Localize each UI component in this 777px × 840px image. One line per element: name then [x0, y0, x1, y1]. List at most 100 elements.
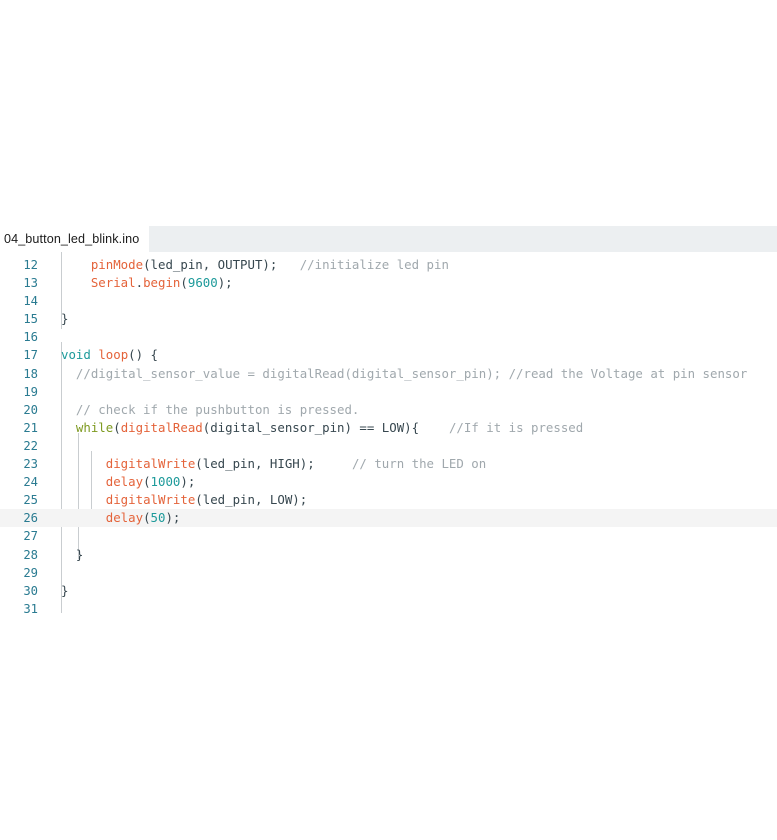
code-token-plain: (led_pin, LOW);: [195, 492, 308, 508]
code-line[interactable]: 26 delay(50);: [0, 509, 777, 528]
line-number: 18: [23, 366, 38, 381]
code-token-plain: }: [61, 311, 69, 327]
line-number: 31: [23, 601, 38, 616]
code-line[interactable]: 27: [0, 527, 777, 545]
code-token-plain: (led_pin, HIGH);: [195, 456, 352, 472]
code-token-plain: );: [180, 474, 196, 490]
code-token-function: digitalWrite: [105, 456, 196, 472]
code-token-plain: (: [113, 419, 121, 435]
code-line-text: }: [38, 546, 777, 564]
code-line[interactable]: 17 void loop() {: [0, 346, 777, 364]
code-line-text: void loop() {: [38, 346, 777, 364]
code-line-text: delay(1000);: [38, 473, 777, 491]
code-lines-container: 12 pinMode(led_pin, OUTPUT); //initializ…: [0, 256, 777, 618]
code-line[interactable]: 31: [0, 600, 777, 618]
code-line-text: //digital_sensor_value = digitalRead(dig…: [38, 365, 777, 383]
code-line-text: digitalWrite(led_pin, HIGH); // turn the…: [38, 455, 777, 473]
code-line-text: delay(50);: [38, 509, 777, 527]
line-number: 16: [23, 330, 38, 345]
line-number: 19: [23, 384, 38, 399]
code-token-comment: //If it is pressed: [448, 419, 584, 435]
tab-04-button-led-blink-ino[interactable]: 04_button_led_blink.ino: [0, 226, 150, 252]
code-line[interactable]: 19: [0, 383, 777, 401]
code-token-plain: (digital_sensor_pin) == LOW){: [202, 419, 449, 435]
code-line[interactable]: 21 while(digitalRead(digital_sensor_pin)…: [0, 419, 777, 437]
code-line-text: pinMode(led_pin, OUTPUT); //initialize l…: [38, 256, 777, 274]
line-number: 21: [23, 420, 38, 435]
code-line[interactable]: 15}: [0, 310, 777, 328]
code-token-function: digitalWrite: [105, 492, 196, 508]
line-number: 15: [23, 312, 38, 327]
code-token-function: begin: [143, 275, 181, 291]
line-number: 13: [23, 276, 38, 291]
code-line[interactable]: 13 Serial.begin(9600);: [0, 274, 777, 292]
code-token-comment: //digital_sensor_value = digitalRead(dig…: [75, 365, 748, 381]
line-number: 28: [23, 547, 38, 562]
code-token-plain: (led_pin, OUTPUT);: [143, 257, 300, 272]
code-token-number: 1000: [150, 474, 181, 490]
code-line-text: // check if the pushbutton is pressed.: [38, 401, 777, 419]
editor-tab-bar: 04_button_led_blink.ino: [0, 226, 777, 252]
line-number: 30: [23, 583, 38, 598]
line-number: 26: [23, 511, 38, 526]
code-line-text: Serial.begin(9600);: [38, 274, 777, 292]
code-line[interactable]: 23 digitalWrite(led_pin, HIGH); // turn …: [0, 455, 777, 473]
editor-bottom-blank-area: [0, 617, 777, 840]
code-line-text: digitalWrite(led_pin, LOW);: [38, 491, 777, 509]
line-number: 25: [23, 493, 38, 508]
code-token-function: loop: [98, 347, 129, 363]
code-line[interactable]: 12 pinMode(led_pin, OUTPUT); //initializ…: [0, 256, 777, 274]
code-editor[interactable]: 12 pinMode(led_pin, OUTPUT); //initializ…: [0, 252, 777, 618]
code-token-plain: );: [165, 510, 181, 526]
code-token-comment: //initialize led pin: [299, 257, 449, 272]
line-number: 29: [23, 565, 38, 580]
line-number: 27: [23, 529, 38, 544]
code-line[interactable]: 24 delay(1000);: [0, 473, 777, 491]
code-line[interactable]: 18 //digital_sensor_value = digitalRead(…: [0, 365, 777, 383]
code-line[interactable]: 29: [0, 564, 777, 582]
line-number: 14: [23, 294, 38, 309]
code-token-plain: .: [135, 275, 144, 291]
code-token-function: pinMode: [90, 257, 144, 272]
code-line-text: }: [38, 310, 777, 328]
code-token-function: delay: [105, 474, 144, 490]
code-line-text: }: [38, 582, 777, 600]
line-number: 22: [23, 438, 38, 453]
line-number: 23: [23, 457, 38, 472]
code-token-number: 9600: [187, 275, 218, 291]
code-token-plain: );: [217, 275, 233, 291]
code-token-plain: }: [61, 546, 84, 562]
code-token-function: digitalRead: [120, 419, 203, 435]
code-token-function: delay: [105, 510, 144, 526]
code-line[interactable]: 22: [0, 437, 777, 455]
code-token-plain: (: [143, 474, 151, 490]
line-number: 24: [23, 475, 38, 490]
code-token-function: Serial: [90, 275, 136, 291]
code-token-plain: }: [61, 582, 69, 598]
editor-top-blank-area: [0, 0, 777, 226]
code-line[interactable]: 30}: [0, 582, 777, 600]
line-number: 17: [23, 348, 38, 363]
code-line[interactable]: 28 }: [0, 546, 777, 564]
code-line[interactable]: 25 digitalWrite(led_pin, LOW);: [0, 491, 777, 509]
code-token-plain: (: [180, 275, 188, 291]
code-line[interactable]: 16: [0, 328, 777, 346]
code-line[interactable]: 14: [0, 292, 777, 310]
code-line[interactable]: 20 // check if the pushbutton is pressed…: [0, 401, 777, 419]
code-line-text: while(digitalRead(digital_sensor_pin) ==…: [38, 419, 777, 437]
